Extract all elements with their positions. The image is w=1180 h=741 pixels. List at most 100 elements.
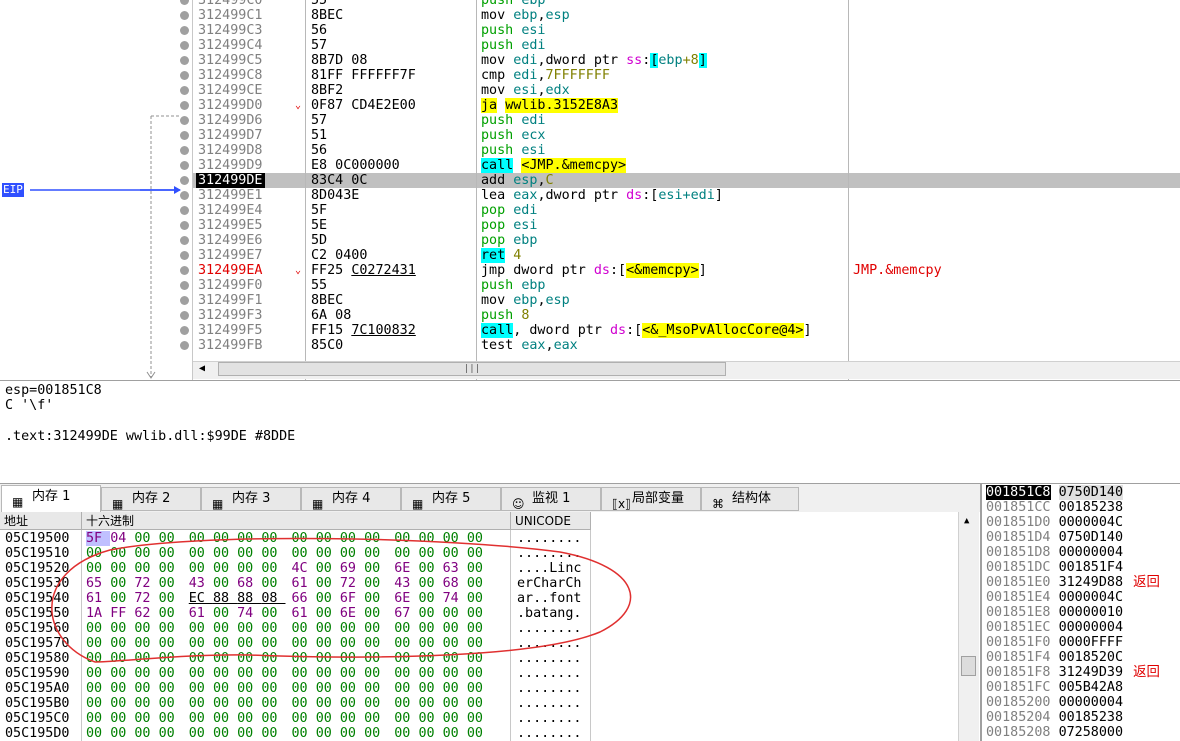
stack-row[interactable]: 001851F4 0018520C [986,650,1123,665]
dump-vertical-scrollbar[interactable]: ▲ [958,512,979,741]
stack-row[interactable]: 001851E4 0000004C [986,590,1123,605]
disasm-row[interactable]: 312499C5 8B7D 08 mov edi,dword ptr ss:[ebp… [193,53,1180,68]
tab-1[interactable]: ▦ 内存 1 [1,485,101,512]
stack-address: 001851EC [986,620,1051,635]
disasm-row[interactable]: 312499EA ⌄ FF25 C0272431 jmp dword ptr ds:[… [193,263,1180,278]
stack-address: 001851E4 [986,590,1051,605]
breakpoint-dot[interactable] [180,281,189,290]
stack-row[interactable]: 001851DC 001851F4 [986,560,1123,575]
stack-row[interactable]: 00185208 07258000 [986,725,1123,740]
breakpoint-dot[interactable] [180,71,189,80]
stack-value: 00000004 [1058,695,1124,710]
disasm-address: 312499C1 [198,8,263,23]
breakpoint-dot[interactable] [180,26,189,35]
disasm-row[interactable]: 312499F3 6A 08 push 8 [193,308,1180,323]
disasm-row[interactable]: 312499DE 83C4 0C add esp,C [193,173,1180,188]
breakpoint-dot[interactable] [180,236,189,245]
stack-row[interactable]: 001851D4 0750D140 [986,530,1123,545]
disasm-address: 312499F1 [198,293,263,308]
dump-scroll-thumb[interactable] [961,656,976,676]
disasm-instruction: push ebp [481,278,546,293]
scroll-up-icon[interactable]: ▲ [964,516,969,526]
disasm-bytes: 8D043E [311,188,360,203]
tab-7[interactable]: ⟦x⟧ 局部变量 [601,487,701,511]
tab-3[interactable]: ▦ 内存 3 [201,487,301,511]
breakpoint-dot[interactable] [180,131,189,140]
breakpoint-dot[interactable] [180,101,189,110]
tab-4[interactable]: ▦ 内存 4 [301,487,401,511]
tab-6[interactable]: ☺ 监视 1 [501,487,601,511]
stack-value: 0000004C [1058,515,1124,530]
breakpoint-dot[interactable] [180,206,189,215]
disasm-row[interactable]: 312499D0 ⌄ 0F87 CD4E2E00 ja wwlib.3152E8A3 [193,98,1180,113]
disasm-row[interactable]: 312499D7 51 push ecx [193,128,1180,143]
disasm-address: 312499E5 [198,218,263,233]
disasm-row[interactable]: 312499E1 8D043E lea eax,dword ptr ds:[esi+… [193,188,1180,203]
breakpoint-dot[interactable] [180,86,189,95]
stack-row[interactable]: 001851CC 00185238 [986,500,1123,515]
disasm-row[interactable]: 312499E6 5D pop ebp [193,233,1180,248]
memory-dump[interactable]: 地址 十六进制 UNICODE 05C19500 5F 04 00 00 00 0… [0,512,980,741]
horizontal-scroll-thumb[interactable]: ||| [218,362,726,376]
disasm-row[interactable]: 312499C1 8BEC mov ebp,esp [193,8,1180,23]
disasm-row[interactable]: 312499F1 8BEC mov ebp,esp [193,293,1180,308]
stack-value: 0018520C [1058,650,1124,665]
disasm-row[interactable]: 312499C4 57 push edi [193,38,1180,53]
disasm-row[interactable]: 312499F5 FF15 7C100832 call, dword ptr ds:… [193,323,1180,338]
disasm-row[interactable]: 312499D9 E8 0C000000 call <JMP.&memcpy> [193,158,1180,173]
disasm-address: 312499C0 [198,0,263,8]
stack-row[interactable]: 00185204 00185238 [986,710,1123,725]
breakpoint-dot[interactable] [180,191,189,200]
scroll-left-icon[interactable]: ◀ [199,363,205,374]
breakpoint-dot[interactable] [180,221,189,230]
disasm-bytes: 51 [311,128,328,143]
disasm-address: 312499E4 [198,203,263,218]
breakpoint-dot[interactable] [180,116,189,125]
breakpoint-dot[interactable] [180,56,189,65]
stack-row[interactable]: 00185200 00000004 [986,695,1123,710]
stack-view[interactable]: 001851C8 0750D140 001851CC 00185238 001851… [980,484,1180,741]
disasm-row[interactable]: 312499C8 81FF FFFFFF7F cmp edi,7FFFFFFF [193,68,1180,83]
stack-row[interactable]: 001851C8 0750D140 [986,485,1124,500]
stack-row[interactable]: 001851EC 00000004 [986,620,1123,635]
tab-8[interactable]: ⌘ 结构体 [701,487,799,511]
breakpoint-dot[interactable] [180,41,189,50]
disasm-bytes: FF25 C0272431 [311,263,416,278]
disasm-row[interactable]: 312499FB 85C0 test eax,eax [193,338,1180,353]
stack-row[interactable]: 001851D0 0000004C [986,515,1123,530]
stack-row[interactable]: 001851F8 31249D39 返回 [986,665,1160,680]
disasm-row[interactable]: 312499F0 55 push ebp [193,278,1180,293]
breakpoint-dot[interactable] [180,251,189,260]
disasm-bytes: 5D [311,233,328,248]
breakpoint-dot[interactable] [180,296,189,305]
breakpoint-dot[interactable] [180,326,189,335]
stack-row[interactable]: 001851F0 0000FFFF [986,635,1123,650]
disassembly-view[interactable]: EIP 312499C0 55 push ebp 312499C1 8BEC mov eb… [0,0,1180,380]
disasm-row[interactable]: 312499E4 5F pop edi [193,203,1180,218]
tab-2[interactable]: ▦ 内存 2 [101,487,201,511]
breakpoint-dot[interactable] [180,341,189,350]
disasm-row[interactable]: 312499C3 56 push esi [193,23,1180,38]
breakpoint-dot[interactable] [180,266,189,275]
disasm-row[interactable]: 312499D6 57 push edi [193,113,1180,128]
disasm-row[interactable]: 312499E7 C2 0400 ret 4 [193,248,1180,263]
breakpoint-dot[interactable] [180,146,189,155]
stack-value: 31249D39 [1058,665,1124,680]
stack-row[interactable]: 001851E8 00000010 [986,605,1123,620]
breakpoint-dot[interactable] [180,11,189,20]
stack-row[interactable]: 001851FC 005B42A8 [986,680,1123,695]
tab-label: 结构体 [732,491,772,506]
tab-5[interactable]: ▦ 内存 5 [401,487,501,511]
disasm-bytes: C2 0400 [311,248,368,263]
stack-row[interactable]: 001851E0 31249D88 返回 [986,575,1160,590]
stack-row[interactable]: 001851D8 00000004 [986,545,1123,560]
disasm-row[interactable]: 312499CE 8BF2 mov esi,edx [193,83,1180,98]
stack-address: 001851D0 [986,515,1051,530]
disasm-row[interactable]: 312499D8 56 push esi [193,143,1180,158]
breakpoint-dot[interactable] [180,161,189,170]
disasm-address: 312499D9 [198,158,263,173]
disasm-row[interactable]: 312499E5 5E pop esi [193,218,1180,233]
breakpoint-dot[interactable] [180,176,189,185]
breakpoint-dot[interactable] [180,311,189,320]
disasm-row[interactable]: 312499C0 55 push ebp [193,0,1180,8]
